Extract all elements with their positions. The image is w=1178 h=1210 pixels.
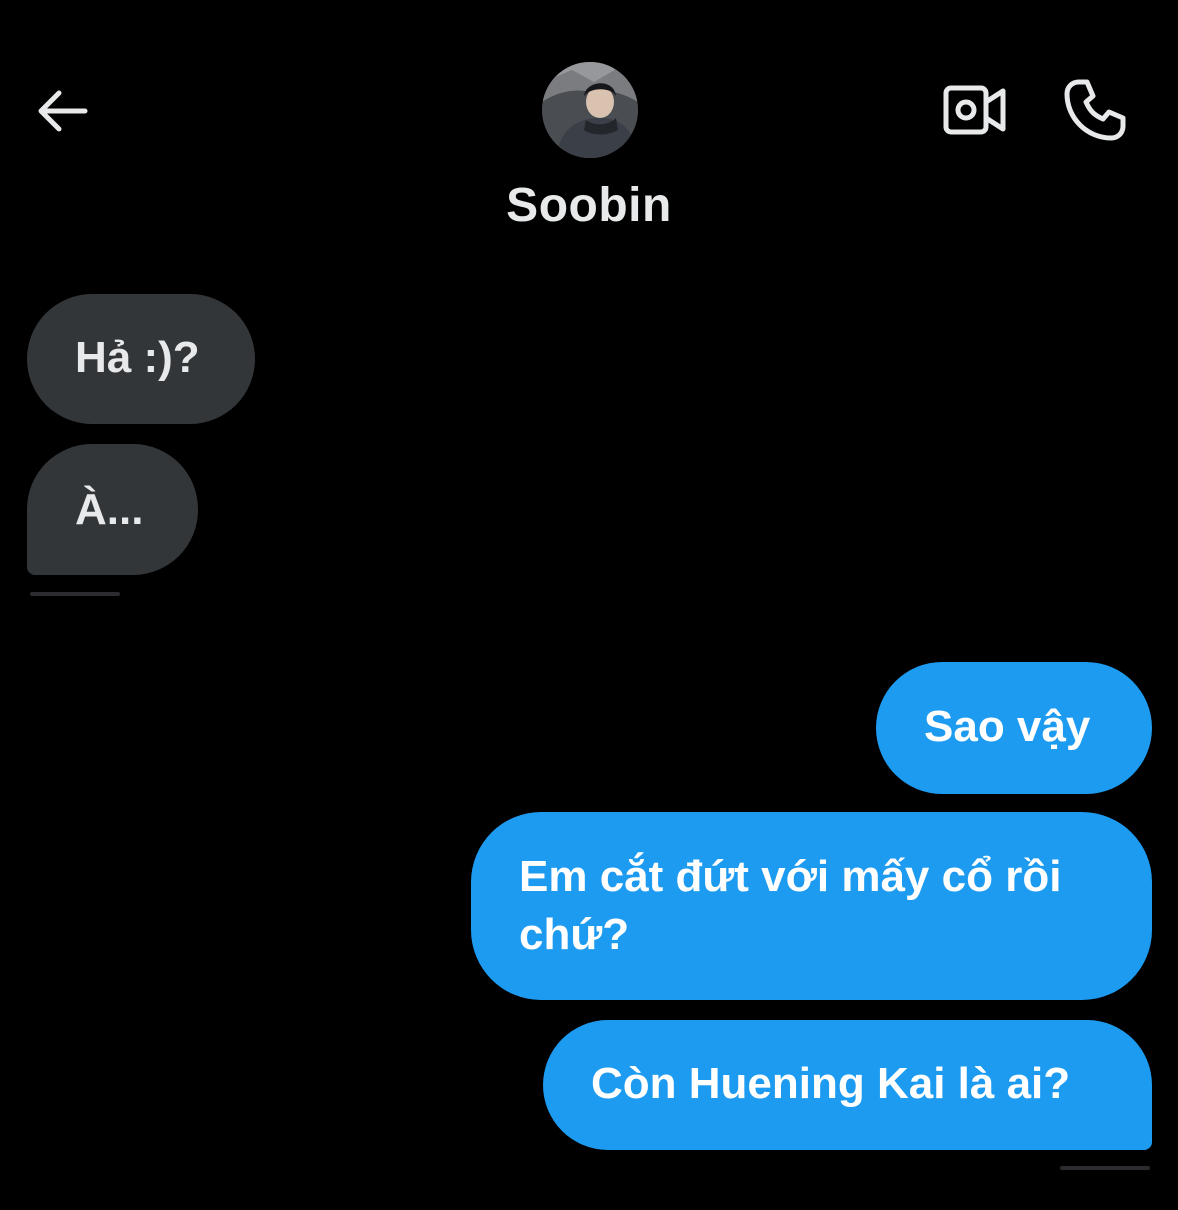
cropped-divider [1060, 1166, 1150, 1170]
cropped-divider [30, 592, 120, 596]
back-button[interactable] [28, 78, 94, 144]
contact-name[interactable]: Soobin [0, 178, 1178, 233]
conversation-header: Soobin [0, 0, 1178, 260]
message-text: À... [75, 485, 144, 534]
message-text: Hả :)? [75, 333, 200, 382]
message-bubble-outgoing[interactable]: Em cắt đứt với mấy cổ rồi chứ? [471, 812, 1152, 1000]
phone-icon [1064, 79, 1126, 141]
avatar-image [542, 62, 638, 158]
message-bubble-outgoing[interactable]: Sao vậy [876, 662, 1152, 794]
voice-call-button[interactable] [1056, 72, 1134, 148]
message-text: Em cắt đứt với mấy cổ rồi chứ? [519, 852, 1062, 959]
arrow-left-icon [38, 90, 88, 132]
video-camera-icon [943, 85, 1006, 135]
message-text: Còn Huening Kai là ai? [591, 1059, 1071, 1108]
message-bubble-incoming[interactable]: À... [27, 444, 198, 575]
avatar[interactable] [542, 62, 638, 158]
message-bubble-outgoing[interactable]: Còn Huening Kai là ai? [543, 1020, 1152, 1150]
message-text: Sao vậy [924, 702, 1091, 751]
video-call-button[interactable] [936, 76, 1014, 144]
message-bubble-incoming[interactable]: Hả :)? [27, 294, 255, 424]
